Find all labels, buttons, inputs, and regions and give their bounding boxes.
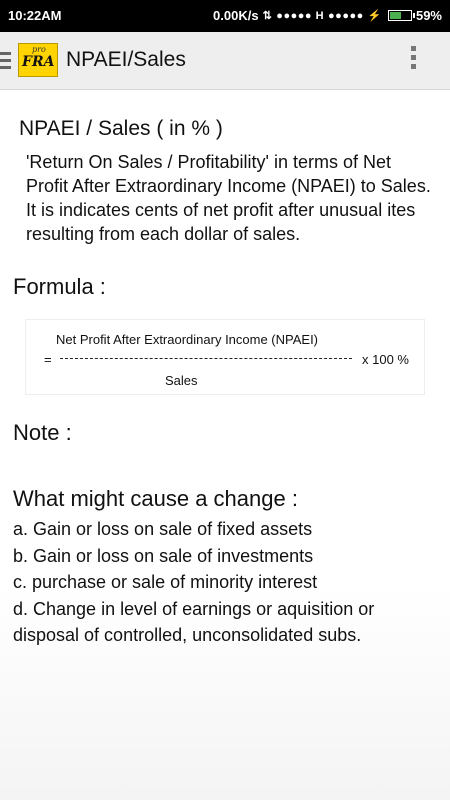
app-logo[interactable]: pro FRA [18, 43, 58, 77]
change-item-d: d. Change in level of earnings or aquisi… [13, 598, 375, 646]
change-list: a. Gain or loss on sale of fixed assets … [13, 516, 433, 649]
formula-equals: = [44, 352, 52, 367]
formula-numerator: Net Profit After Extraordinary Income (N… [56, 332, 319, 347]
battery-icon [387, 10, 415, 21]
app-bar: pro FRA NPAEI/Sales [0, 32, 450, 90]
formula-label: Formula : [13, 274, 106, 299]
formula-fraction-line [60, 358, 352, 359]
change-item-b: b. Gain or loss on sale of investments [13, 545, 314, 566]
signal-strength-sim1: ●●●●● H [276, 9, 325, 22]
battery-fill [389, 12, 402, 19]
content-area[interactable]: NPAEI / Sales ( in % ) 'Return On Sales … [0, 90, 450, 800]
note-label: Note : [13, 420, 72, 445]
status-time: 10:22AM [8, 8, 62, 23]
signal-strength-sim2: ●●●●● [328, 9, 364, 22]
formula-denominator: Sales [165, 373, 198, 388]
change-item-c: c. purchase or sale of minority interest [13, 572, 318, 592]
page-title: NPAEI/Sales [66, 48, 186, 71]
formula-image: Net Profit After Extraordinary Income (N… [25, 319, 425, 395]
app-logo-pro-text: pro [32, 45, 46, 54]
status-bar: 10:22AM 0.00K/s ⇅ ●●●●● H ●●●●● ⚡ 59% [0, 0, 450, 32]
ratio-description: 'Return On Sales / Profitability' in ter… [26, 152, 431, 244]
status-indicators: 0.00K/s ⇅ ●●●●● H ●●●●● ⚡ 59% [213, 8, 442, 23]
battery-percent: 59% [415, 8, 442, 23]
more-vert-icon[interactable] [411, 46, 417, 76]
change-item-a: a. Gain or loss on sale of fixed assets [13, 519, 313, 539]
app-logo-fra-text: FRA [22, 54, 55, 70]
hamburger-menu-icon[interactable] [0, 52, 11, 70]
charging-icon: ⚡ [367, 10, 382, 22]
ratio-heading: NPAEI / Sales ( in % ) [19, 117, 223, 140]
network-speed: 0.00K/s [213, 8, 259, 23]
formula-multiplier: x 100 % [362, 352, 409, 367]
data-arrows-icon: ⇅ [262, 10, 273, 22]
change-label: What might cause a change : [13, 486, 298, 511]
